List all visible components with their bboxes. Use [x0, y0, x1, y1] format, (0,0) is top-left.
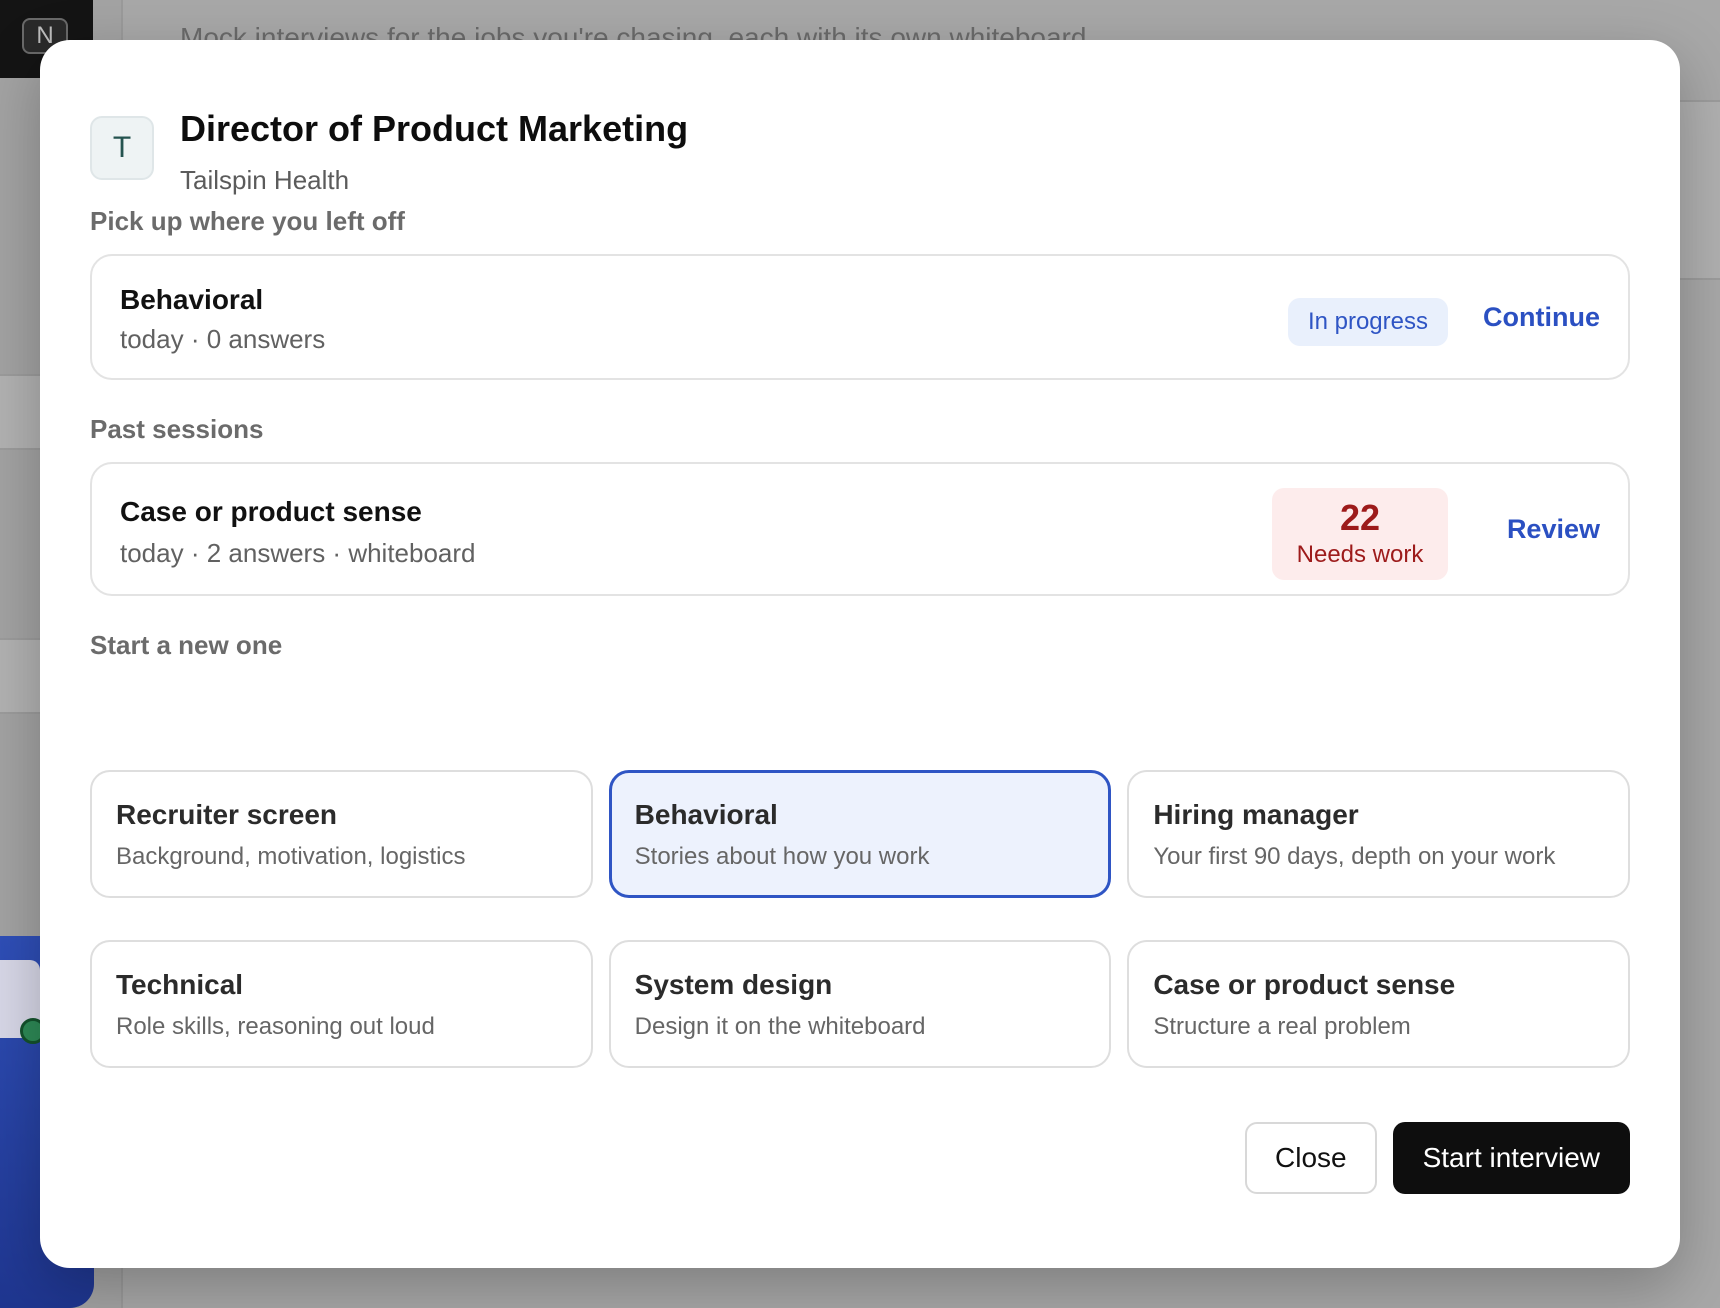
new-session-label: Start a new one — [90, 630, 283, 660]
header-text: Director of Product Marketing Tailspin H… — [180, 106, 688, 196]
interview-type-recruiter-screen[interactable]: Recruiter screen Background, motivation,… — [90, 770, 593, 898]
background-sidebar-item — [0, 374, 40, 450]
background-sidebar-item — [0, 638, 40, 714]
score-value: 22 — [1339, 497, 1381, 538]
job-title: Director of Product Marketing — [180, 108, 689, 149]
status-badge: In progress — [1287, 298, 1448, 346]
session-name: Behavioral — [120, 284, 264, 315]
interview-type-name: Behavioral — [634, 799, 778, 830]
continue-button[interactable]: Continue — [1483, 302, 1600, 333]
interview-type-desc: Structure a real problem — [1153, 1013, 1411, 1040]
start-interview-button[interactable]: Start interview — [1392, 1122, 1630, 1194]
interview-type-hiring-manager[interactable]: Hiring manager Your first 90 days, depth… — [1127, 770, 1630, 898]
interview-type-name: Recruiter screen — [116, 799, 338, 830]
interview-type-name: Hiring manager — [1153, 799, 1359, 830]
past-sessions-label: Past sessions — [90, 414, 264, 444]
interview-type-technical[interactable]: Technical Role skills, reasoning out lou… — [90, 940, 593, 1068]
background-panel — [1680, 100, 1720, 280]
company-name: Tailspin Health — [180, 165, 350, 195]
interview-type-desc: Role skills, reasoning out loud — [116, 1013, 435, 1040]
score-badge: 22 Needs work — [1272, 488, 1448, 580]
session-meta: today · 2 answers · whiteboard — [120, 538, 476, 568]
score-label: Needs work — [1296, 541, 1424, 568]
company-avatar: T — [90, 116, 154, 180]
modal-footer: Close Start interview — [1245, 1122, 1630, 1194]
resume-section-label: Pick up where you left off — [90, 206, 405, 236]
interview-type-desc: Your first 90 days, depth on your work — [1153, 843, 1556, 870]
interview-type-name: System design — [634, 969, 833, 1000]
interview-type-behavioral[interactable]: Behavioral Stories about how you work — [608, 770, 1112, 898]
interview-type-desc: Design it on the whiteboard — [634, 1013, 926, 1040]
in-progress-session-card[interactable]: Behavioral today · 0 answers In progress… — [90, 254, 1630, 380]
job-interviews-modal: T Director of Product Marketing Tailspin… — [40, 40, 1680, 1268]
past-session-card[interactable]: Case or product sense today · 2 answers … — [90, 462, 1630, 596]
interview-type-desc: Stories about how you work — [634, 843, 930, 870]
session-name: Case or product sense — [120, 496, 422, 527]
modal-header: T Director of Product Marketing Tailspin… — [90, 106, 688, 196]
interview-type-system-design[interactable]: System design Design it on the whiteboar… — [608, 940, 1112, 1068]
interview-type-grid: Recruiter screen Background, motivation,… — [90, 770, 1630, 1068]
review-button[interactable]: Review — [1507, 514, 1600, 545]
interview-type-name: Case or product sense — [1153, 969, 1456, 1000]
interview-type-name: Technical — [116, 969, 244, 1000]
session-meta: today · 0 answers — [120, 324, 326, 354]
interview-type-case-product-sense[interactable]: Case or product sense Structure a real p… — [1127, 940, 1630, 1068]
interview-type-desc: Background, motivation, logistics — [116, 843, 466, 870]
close-button[interactable]: Close — [1245, 1122, 1377, 1194]
